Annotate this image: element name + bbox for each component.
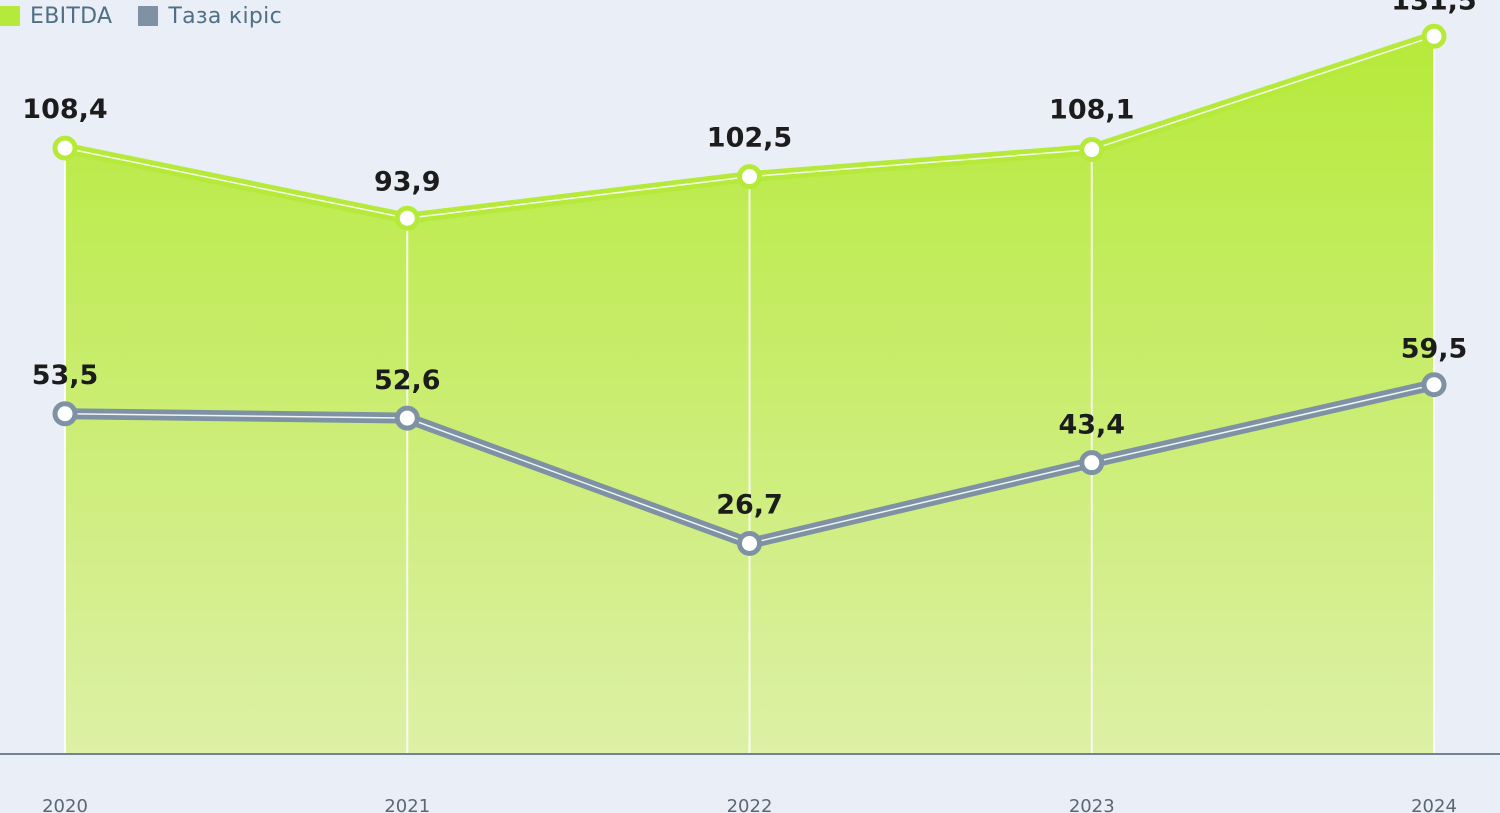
ebitda-value-label-2020: 108,4 xyxy=(22,94,107,125)
x-tick-label-2024: 2024 xyxy=(1411,796,1457,813)
ebitda-point-2020[interactable] xyxy=(52,135,78,161)
x-axis: 2020 2021 2022 2023 2024 xyxy=(0,753,1500,813)
net-income-point-2022[interactable] xyxy=(737,530,762,556)
line-chart: 2020 2021 2022 2023 2024 108,4 93,9 102,5 108,1… xyxy=(0,0,1500,813)
net-income-value-label-2023: 43,4 xyxy=(1058,410,1125,441)
ebitda-point-2022[interactable] xyxy=(737,164,762,190)
net-income-value-label-2022: 26,7 xyxy=(716,489,783,520)
ebitda-value-label-2023: 108,1 xyxy=(1049,95,1134,126)
ebitda-value-label-2024: 131,5 xyxy=(1391,0,1476,16)
net-income-point-2024[interactable] xyxy=(1421,372,1447,398)
ebitda-value-label-2021: 93,9 xyxy=(374,166,441,197)
x-tick-label-2021: 2021 xyxy=(384,796,430,813)
x-tick-label-2022: 2022 xyxy=(727,796,773,813)
x-tick-label-2023: 2023 xyxy=(1069,796,1115,813)
x-tick-label-2020: 2020 xyxy=(42,796,88,813)
net-income-value-label-2021: 52,6 xyxy=(374,365,441,396)
net-income-value-label-2020: 53,5 xyxy=(32,360,99,391)
ebitda-point-2021[interactable] xyxy=(394,205,420,231)
ebitda-value-label-2022: 102,5 xyxy=(707,123,792,154)
net-income-value-label-2024: 59,5 xyxy=(1401,334,1468,365)
ebitda-point-2023[interactable] xyxy=(1079,137,1105,163)
ebitda-point-2024[interactable] xyxy=(1421,23,1447,49)
net-income-point-2021[interactable] xyxy=(394,405,420,431)
net-income-point-2020[interactable] xyxy=(52,401,78,427)
net-income-point-2023[interactable] xyxy=(1079,450,1105,476)
